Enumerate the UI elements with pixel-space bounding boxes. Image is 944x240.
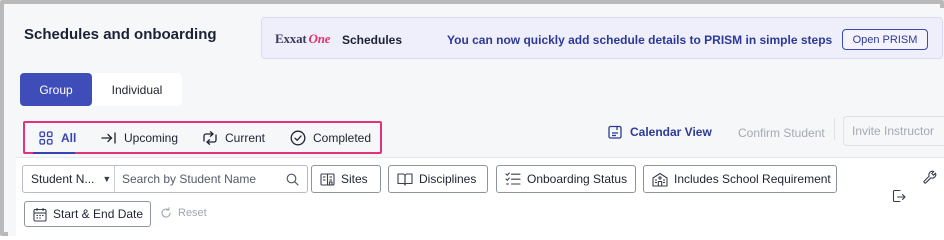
tab-all[interactable]: All xyxy=(33,129,77,154)
tab-all-label: All xyxy=(61,131,77,145)
group-toggle-button[interactable]: Group xyxy=(20,73,92,106)
individual-toggle-button[interactable]: Individual xyxy=(92,73,182,106)
school-requirement-filter-label: Includes School Requirement xyxy=(674,172,831,186)
caret-down-icon: ▼ xyxy=(102,174,112,184)
calendar-view-label: Calendar View xyxy=(630,125,712,139)
disciplines-filter-label: Disciplines xyxy=(419,172,477,186)
search-field-select[interactable]: Student N... ▼ xyxy=(23,166,115,192)
sites-filter-label: Sites xyxy=(341,172,368,186)
checklist-icon xyxy=(505,172,521,186)
reset-icon xyxy=(160,207,172,219)
reset-filters-label: Reset xyxy=(178,207,207,219)
filter-panel: Student N... ▼ Sites Disciplines On xyxy=(16,157,944,236)
status-tabs: All Upcoming Current Completed xyxy=(23,121,382,154)
check-circle-icon xyxy=(289,129,307,147)
confirm-student-button[interactable]: Confirm Student xyxy=(738,126,825,140)
student-search-group: Student N... ▼ xyxy=(22,165,308,193)
grid-icon xyxy=(37,129,55,147)
reset-filters-button[interactable]: Reset xyxy=(160,207,207,219)
search-icon[interactable] xyxy=(281,173,303,186)
banner-product-name: Schedules xyxy=(342,33,403,47)
building-icon xyxy=(320,172,335,187)
active-tab-indicator xyxy=(33,152,75,154)
date-range-filter-label: Start & End Date xyxy=(53,207,144,221)
onboarding-status-filter-label: Onboarding Status xyxy=(527,172,628,186)
sites-filter-button[interactable]: Sites xyxy=(311,165,381,193)
banner-message: You can now quickly add schedule details… xyxy=(447,33,833,47)
book-open-icon xyxy=(397,172,413,186)
invite-instructor-button[interactable]: Invite Instructor xyxy=(843,116,944,146)
schedules-page: Schedules and onboarding Exxat One Schedu… xyxy=(8,8,944,236)
window-frame: Schedules and onboarding Exxat One Schedu… xyxy=(0,0,944,236)
school-requirement-filter-button[interactable]: Includes School Requirement xyxy=(643,165,837,193)
page-title: Schedules and onboarding xyxy=(24,26,217,43)
group-individual-toggle: Group Individual xyxy=(20,73,182,106)
school-icon xyxy=(652,172,668,187)
prism-announcement-banner: Exxat One Schedules You can now quickly a… xyxy=(261,17,943,59)
arrow-right-to-line-icon xyxy=(100,129,118,147)
wrench-icon[interactable] xyxy=(923,170,937,189)
export-icon[interactable] xyxy=(892,189,906,208)
tab-upcoming[interactable]: Upcoming xyxy=(100,129,178,147)
tab-completed[interactable]: Completed xyxy=(289,129,371,147)
tab-current-label: Current xyxy=(225,131,266,145)
search-field-select-label: Student N... xyxy=(31,172,95,186)
tab-upcoming-label: Upcoming xyxy=(124,131,179,145)
action-divider xyxy=(834,118,835,140)
tab-current[interactable]: Current xyxy=(201,129,265,147)
calendar-view-button[interactable]: Calendar View xyxy=(608,122,712,142)
calendar-icon xyxy=(33,207,47,222)
disciplines-filter-button[interactable]: Disciplines xyxy=(388,165,488,193)
onboarding-status-filter-button[interactable]: Onboarding Status xyxy=(496,165,636,193)
open-prism-button[interactable]: Open PRISM xyxy=(842,29,928,50)
tab-completed-label: Completed xyxy=(313,131,372,145)
exxat-one-logo: Exxat One xyxy=(275,31,331,46)
calendar-icon xyxy=(608,125,622,139)
cycle-arrows-icon xyxy=(201,129,219,147)
student-search-input[interactable] xyxy=(115,166,281,192)
date-range-filter-button[interactable]: Start & End Date xyxy=(24,201,151,227)
